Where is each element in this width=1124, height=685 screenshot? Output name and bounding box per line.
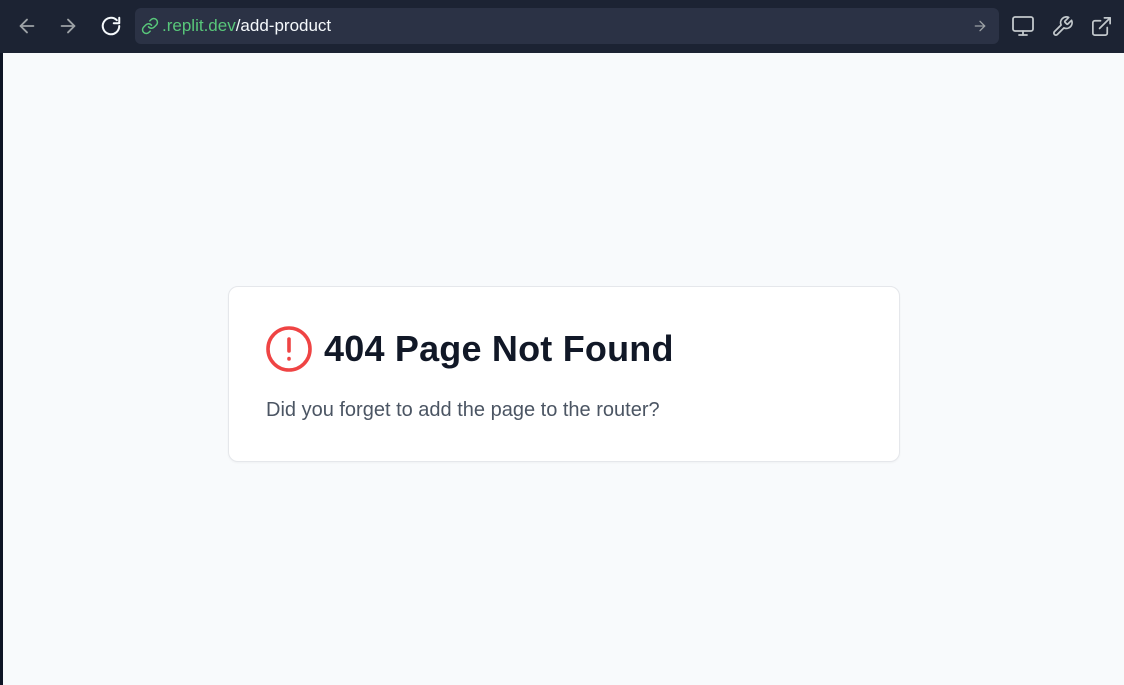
- reload-button[interactable]: [97, 12, 125, 40]
- monitor-icon: [1012, 16, 1034, 36]
- devtools-button[interactable]: [1010, 13, 1036, 39]
- forward-button[interactable]: [54, 12, 82, 40]
- wrench-icon: [1052, 15, 1073, 36]
- page-title: 404 Page Not Found: [324, 328, 674, 369]
- error-message: Did you forget to add the page to the ro…: [266, 399, 660, 421]
- arrow-right-icon: [60, 18, 76, 34]
- link-icon: [141, 17, 159, 35]
- alert-circle-icon: [265, 325, 313, 373]
- open-external-button[interactable]: [1088, 13, 1114, 39]
- arrow-left-icon: [19, 18, 35, 34]
- page-viewport: 404 Page Not Found Did you forget to add…: [3, 53, 1124, 685]
- tools-button[interactable]: [1049, 13, 1075, 39]
- url-domain: .replit.dev: [162, 16, 236, 35]
- back-button[interactable]: [13, 12, 41, 40]
- browser-toolbar: .replit.dev/add-product: [0, 0, 1124, 53]
- url-path: /add-product: [235, 16, 332, 35]
- not-found-card: 404 Page Not Found Did you forget to add…: [228, 286, 900, 462]
- external-link-icon: [1091, 16, 1111, 36]
- card-header: 404 Page Not Found: [265, 325, 674, 373]
- arrow-right-icon: [974, 20, 986, 32]
- address-bar[interactable]: .replit.dev/add-product: [135, 8, 999, 44]
- url-text[interactable]: .replit.dev/add-product: [162, 16, 331, 36]
- reload-icon: [101, 16, 121, 36]
- go-button[interactable]: [971, 17, 989, 35]
